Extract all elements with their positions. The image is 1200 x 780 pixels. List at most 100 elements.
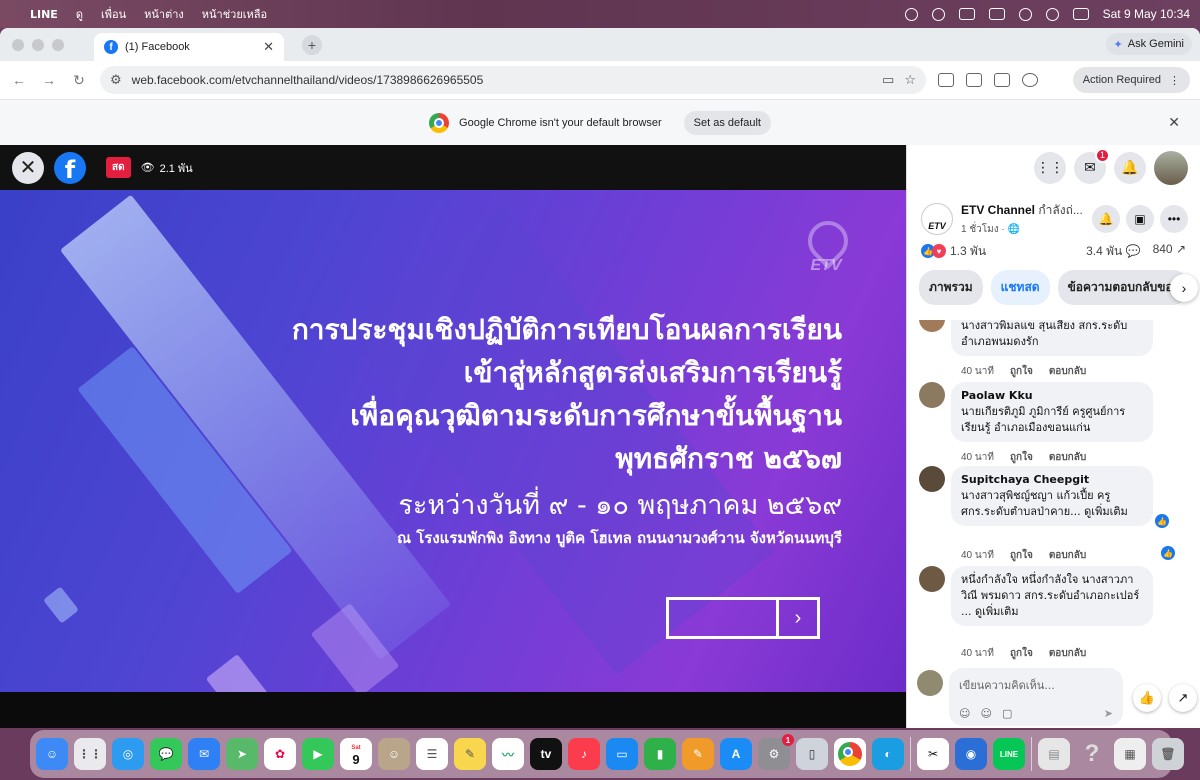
iphone-mirroring-icon[interactable]: ▯: [796, 738, 828, 770]
link-status-icon[interactable]: [1018, 7, 1032, 21]
music-icon[interactable]: ♪: [568, 738, 600, 770]
menu-grid-icon[interactable]: ⋮⋮: [1034, 151, 1066, 184]
facebook-logo-icon[interactable]: f: [54, 151, 86, 184]
reload-icon[interactable]: ↻: [70, 72, 88, 89]
line-status-icon[interactable]: [904, 7, 918, 21]
tab-facebook[interactable]: f (1) Facebook ✕: [94, 33, 284, 61]
facetime-icon[interactable]: ▶: [302, 738, 334, 770]
window-zoom-button[interactable]: [52, 38, 64, 51]
commenter-name[interactable]: Supitchaya Cheepgit: [961, 472, 1143, 488]
etv-page-avatar[interactable]: ETV: [921, 203, 953, 235]
preview-file-icon[interactable]: ▤: [1038, 738, 1070, 770]
commenter-avatar[interactable]: [919, 320, 945, 332]
page-name[interactable]: ETV Channel กำลังถ่...: [961, 201, 1086, 220]
edge-icon[interactable]: ◐: [872, 738, 904, 770]
sticker-icon[interactable]: ▢: [1002, 707, 1012, 720]
chrome-icon[interactable]: [834, 738, 866, 770]
bookmark-star-icon[interactable]: ☆: [904, 72, 916, 88]
send-icon[interactable]: ➤: [1104, 707, 1113, 720]
app-store-icon[interactable]: A: [720, 738, 752, 770]
messages-icon[interactable]: 💬: [150, 738, 182, 770]
comment-input[interactable]: เขียนความคิดเห็น... ☺ ☺ ▢ ➤: [949, 668, 1123, 726]
photos-icon[interactable]: ✿: [264, 738, 296, 770]
comment-reply-link[interactable]: ตอบกลับ: [1049, 646, 1086, 661]
comment-like-link[interactable]: ถูกใจ: [1010, 646, 1033, 661]
finder-icon[interactable]: ☺: [36, 738, 68, 770]
video-controls-bar[interactable]: [0, 692, 906, 728]
mail-icon[interactable]: ✉: [188, 738, 220, 770]
comment-reply-link[interactable]: ตอบกลับ: [1049, 548, 1086, 563]
extensions-icon[interactable]: [938, 73, 954, 87]
trash-icon[interactable]: 🗑: [1152, 738, 1184, 770]
url-text[interactable]: web.facebook.com/etvchannelthailand/vide…: [132, 73, 872, 87]
spotlight-search-icon[interactable]: [1045, 7, 1059, 21]
like-button-icon[interactable]: 👍: [1133, 684, 1161, 712]
share-count[interactable]: 840 ↗: [1153, 242, 1186, 261]
maps-icon[interactable]: ➤: [226, 738, 258, 770]
calendar-icon[interactable]: Sat 9: [340, 738, 372, 770]
pages-icon[interactable]: ✎: [682, 738, 714, 770]
contacts-icon[interactable]: ☺: [378, 738, 410, 770]
ask-gemini-button[interactable]: ✦ Ask Gemini: [1105, 33, 1192, 55]
reminders-icon[interactable]: ☰: [416, 738, 448, 770]
menu-item-view[interactable]: ดู: [76, 5, 83, 23]
menubar-clock[interactable]: Sat 9 May 10:34: [1103, 7, 1190, 21]
comment-like-link[interactable]: ถูกใจ: [1010, 548, 1033, 563]
action-required-button[interactable]: Action Required ⋮: [1072, 67, 1190, 93]
install-app-icon[interactable]: ▭: [882, 72, 894, 88]
commenter-avatar[interactable]: [919, 566, 945, 592]
comment-like-link[interactable]: ถูกใจ: [1010, 450, 1033, 465]
menu-item-window[interactable]: หน้าต่าง: [144, 5, 184, 23]
save-icon[interactable]: ▣: [1126, 205, 1154, 233]
tab-overview[interactable]: ภาพรวม: [919, 269, 983, 305]
infobar-close-icon[interactable]: ✕: [1168, 114, 1180, 131]
media-controls-icon[interactable]: [994, 73, 1010, 87]
commenter-avatar[interactable]: [919, 382, 945, 408]
commenter-avatar[interactable]: [919, 466, 945, 492]
numbers-icon[interactable]: ▮: [644, 738, 676, 770]
account-avatar[interactable]: [1154, 150, 1188, 185]
system-settings-icon[interactable]: ⚙ 1: [758, 734, 794, 770]
tab-replies[interactable]: ข้อความตอบกลับของ: [1057, 269, 1189, 305]
share-button-icon[interactable]: ↗: [1169, 684, 1197, 712]
tab-close-icon[interactable]: ✕: [263, 39, 274, 55]
document-icon[interactable]: ▦: [1114, 738, 1146, 770]
comment-reply-link[interactable]: ตอบกลับ: [1049, 450, 1086, 465]
menu-item-help[interactable]: หน้าช่วยเหลือ: [202, 5, 267, 23]
comment-like-link[interactable]: ถูกใจ: [1010, 364, 1033, 379]
notifications-bell-icon[interactable]: 🔔: [1114, 151, 1146, 184]
line-icon[interactable]: LINE: [993, 738, 1025, 770]
messenger-icon[interactable]: ✉ 1: [1074, 147, 1110, 184]
window-close-button[interactable]: [12, 38, 24, 51]
emoji-icon[interactable]: ☺: [980, 707, 991, 720]
tab-live-chat[interactable]: แชทสด: [990, 269, 1050, 305]
video-player[interactable]: ✕ f สด 👁 2.1 พัน ETV การประชุมเชิงปฏิบัต…: [0, 145, 906, 728]
new-tab-button[interactable]: +: [302, 34, 322, 55]
chevron-right-icon[interactable]: ›: [1170, 274, 1198, 302]
back-icon[interactable]: ←: [10, 72, 28, 88]
address-bar[interactable]: ⚙ web.facebook.com/etvchannelthailand/vi…: [100, 66, 926, 94]
close-video-icon[interactable]: ✕: [12, 151, 44, 184]
safari-icon[interactable]: ◎: [112, 738, 144, 770]
reaction-count[interactable]: 1.3 พัน: [950, 242, 986, 261]
side-panel-icon[interactable]: [966, 73, 982, 87]
help-question-icon[interactable]: ?: [1076, 738, 1108, 770]
set-as-default-button[interactable]: Set as default: [683, 110, 771, 135]
site-info-icon[interactable]: ⚙: [110, 72, 122, 88]
avatar-sticker-icon[interactable]: ☺: [959, 707, 970, 720]
comment-reply-link[interactable]: ตอบกลับ: [1049, 364, 1086, 379]
launchpad-icon[interactable]: ⋮⋮: [74, 738, 106, 770]
comment-count[interactable]: 3.4 พัน 💬: [1086, 242, 1140, 261]
more-options-icon[interactable]: •••: [1160, 205, 1188, 233]
apple-tv-icon[interactable]: tv: [530, 738, 562, 770]
disk-utility-icon[interactable]: ◉: [955, 738, 987, 770]
page-name-text[interactable]: ETV Channel: [961, 203, 1035, 217]
profile-icon[interactable]: [1022, 73, 1038, 87]
capcut-icon[interactable]: ✂: [917, 738, 949, 770]
notes-icon[interactable]: ✎: [454, 738, 486, 770]
commenter-name[interactable]: Paolaw Kku: [961, 388, 1143, 404]
play-status-icon[interactable]: [931, 7, 945, 21]
keynote-icon[interactable]: ▭: [606, 738, 638, 770]
forward-icon[interactable]: →: [40, 72, 58, 88]
battery-icon[interactable]: [988, 8, 1005, 20]
